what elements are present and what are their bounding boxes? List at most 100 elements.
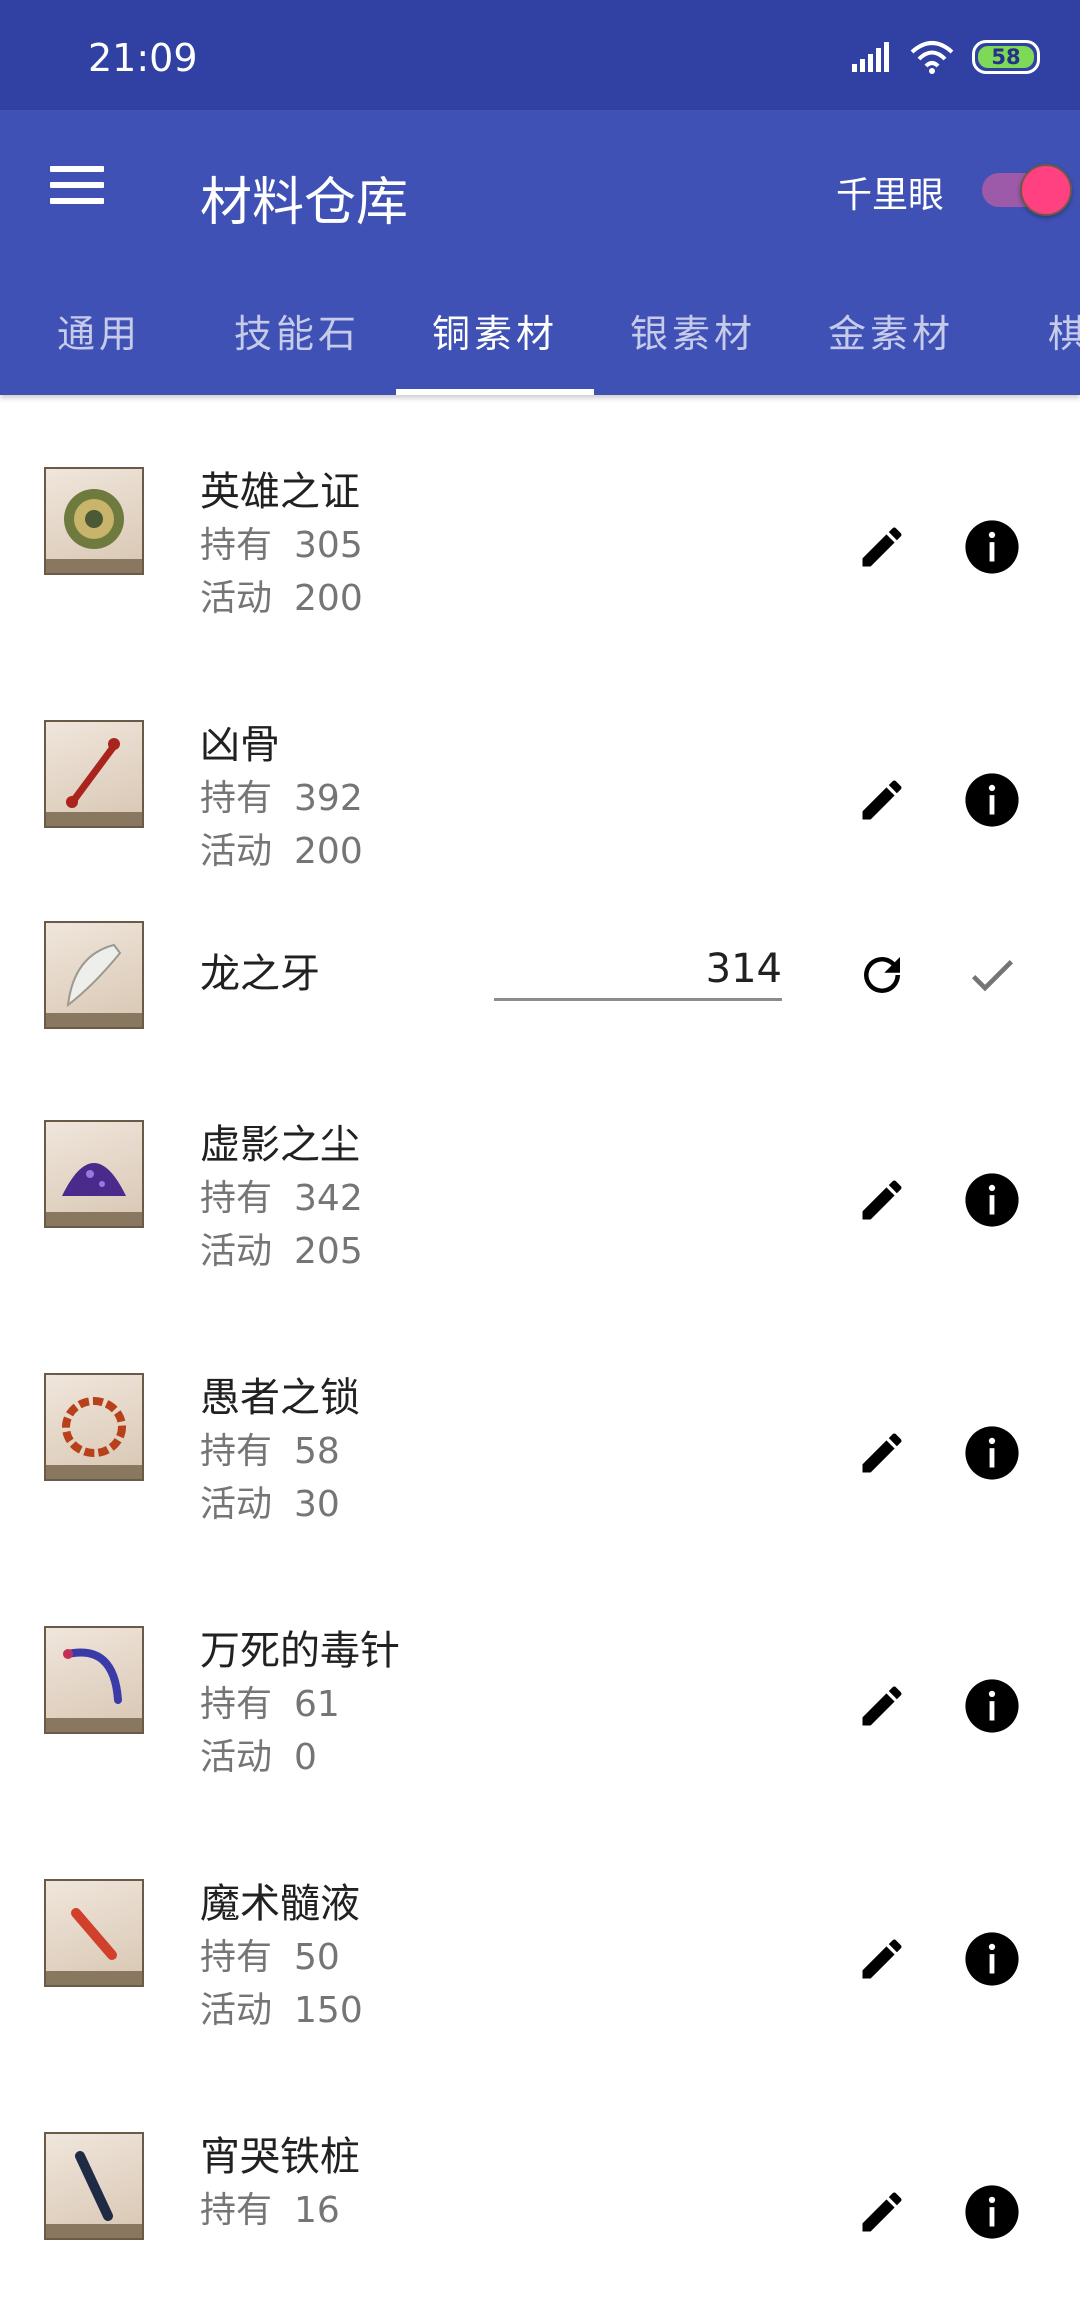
info-icon[interactable] <box>962 770 1022 830</box>
list-item: 英雄之证 持有 305 活动 200 <box>0 395 1080 648</box>
fang-icon <box>44 921 144 1029</box>
tab-silver-materials[interactable]: 银素材 <box>594 265 792 395</box>
edit-icon[interactable] <box>852 1170 912 1230</box>
list-item: 愚者之锁 持有 58 活动 30 <box>0 1301 1080 1554</box>
bone-icon <box>44 720 144 828</box>
item-event: 活动 205 <box>200 1225 363 1278</box>
have-label: 持有 <box>200 1178 273 1219</box>
info-icon[interactable] <box>962 1929 1022 1989</box>
have-label: 持有 <box>200 1431 273 1472</box>
have-value: 342 <box>294 1178 363 1219</box>
tab-general[interactable]: 通用 <box>0 265 198 395</box>
event-value: 200 <box>294 831 363 872</box>
have-label: 持有 <box>200 1937 273 1978</box>
list-item: 宵哭铁桩 持有 16 <box>0 2060 1080 2313</box>
have-value: 392 <box>294 778 363 819</box>
wifi-icon <box>910 41 954 74</box>
menu-icon[interactable] <box>50 166 104 208</box>
have-value: 305 <box>294 525 363 566</box>
have-label: 持有 <box>200 1684 273 1725</box>
list-item-editing: 龙之牙 314 <box>0 901 1080 1048</box>
item-have: 持有 16 <box>200 2184 360 2237</box>
tab-bronze-materials[interactable]: 铜素材 <box>396 265 594 395</box>
list-item: 虚影之尘 持有 342 活动 205 <box>0 1048 1080 1301</box>
event-label: 活动 <box>200 1737 273 1778</box>
status-icons: 58 <box>852 40 1040 74</box>
edit-icon[interactable] <box>852 2182 912 2242</box>
app-bar: 材料仓库 千里眼 <box>0 110 1080 265</box>
event-label: 活动 <box>200 1990 273 2031</box>
battery-icon: 58 <box>972 40 1040 74</box>
signal-icon <box>852 42 889 72</box>
have-value: 16 <box>294 2190 340 2231</box>
list-item: 万死的毒针 持有 61 活动 0 <box>0 1554 1080 1807</box>
dust-icon <box>44 1120 144 1228</box>
info-icon[interactable] <box>962 1423 1022 1483</box>
edit-icon[interactable] <box>852 1676 912 1736</box>
have-label: 持有 <box>200 778 273 819</box>
have-value: 50 <box>294 1937 340 1978</box>
item-name: 魔术髓液 <box>200 1881 360 1927</box>
item-name: 愚者之锁 <box>200 1375 360 1421</box>
item-name: 英雄之证 <box>200 469 360 515</box>
stake-icon <box>44 2132 144 2240</box>
have-value: 58 <box>294 1431 340 1472</box>
tab-gold-materials[interactable]: 金素材 <box>792 265 990 395</box>
event-value: 200 <box>294 578 363 619</box>
item-have: 持有 61 <box>200 1678 400 1731</box>
list-item: 魔术髓液 持有 50 活动 150 <box>0 1807 1080 2060</box>
edit-icon[interactable] <box>852 517 912 577</box>
tab-skill-gems[interactable]: 技能石 <box>198 265 396 395</box>
event-value: 205 <box>294 1231 363 1272</box>
item-event: 活动 150 <box>200 1984 363 2037</box>
have-label: 持有 <box>200 2190 273 2231</box>
event-label: 活动 <box>200 831 273 872</box>
vision-toggle-switch[interactable] <box>982 164 1074 216</box>
item-have: 持有 50 <box>200 1931 363 1984</box>
toggle-label: 千里眼 <box>836 175 945 216</box>
event-value: 30 <box>294 1484 340 1525</box>
have-label: 持有 <box>200 525 273 566</box>
item-name: 虚影之尘 <box>200 1122 360 1168</box>
item-name: 宵哭铁桩 <box>200 2134 360 2180</box>
edit-icon[interactable] <box>852 1423 912 1483</box>
medal-icon <box>44 467 144 575</box>
info-icon[interactable] <box>962 1676 1022 1736</box>
item-event: 活动 30 <box>200 1478 360 1531</box>
status-bar: 21:09 58 <box>0 0 1080 110</box>
item-event: 活动 0 <box>200 1731 400 1784</box>
event-label: 活动 <box>200 578 273 619</box>
event-label: 活动 <box>200 1231 273 1272</box>
item-event: 活动 200 <box>200 572 363 625</box>
have-value: 61 <box>294 1684 340 1725</box>
info-icon[interactable] <box>962 2182 1022 2242</box>
item-name: 凶骨 <box>200 722 280 768</box>
list-item: 凶骨 持有 392 活动 200 <box>0 648 1080 901</box>
info-icon[interactable] <box>962 1170 1022 1230</box>
page-title: 材料仓库 <box>200 173 409 233</box>
check-icon[interactable] <box>962 945 1022 1005</box>
event-value: 150 <box>294 1990 363 2031</box>
battery-level: 58 <box>991 45 1021 69</box>
item-have: 持有 342 <box>200 1172 363 1225</box>
chain-icon <box>44 1373 144 1481</box>
item-have: 持有 58 <box>200 1425 360 1478</box>
info-icon[interactable] <box>962 517 1022 577</box>
edit-icon[interactable] <box>852 770 912 830</box>
item-name: 万死的毒针 <box>200 1628 400 1674</box>
item-event: 活动 200 <box>200 825 363 878</box>
vial-icon <box>44 1879 144 1987</box>
event-label: 活动 <box>200 1484 273 1525</box>
tab-bar: 通用 技能石 铜素材 银素材 金素材 棋 <box>0 265 1080 395</box>
item-name: 龙之牙 <box>200 951 320 997</box>
quantity-input[interactable]: 314 <box>494 937 782 1001</box>
item-have: 持有 392 <box>200 772 363 825</box>
material-list: 英雄之证 持有 305 活动 200 凶骨 持有 392 活动 200 龙之牙 … <box>0 395 1080 2313</box>
reset-icon[interactable] <box>852 945 912 1005</box>
needle-icon <box>44 1626 144 1734</box>
event-value: 0 <box>294 1737 317 1778</box>
edit-icon[interactable] <box>852 1929 912 1989</box>
status-time: 21:09 <box>88 36 198 80</box>
item-have: 持有 305 <box>200 519 363 572</box>
tab-chess[interactable]: 棋 <box>990 265 1080 395</box>
